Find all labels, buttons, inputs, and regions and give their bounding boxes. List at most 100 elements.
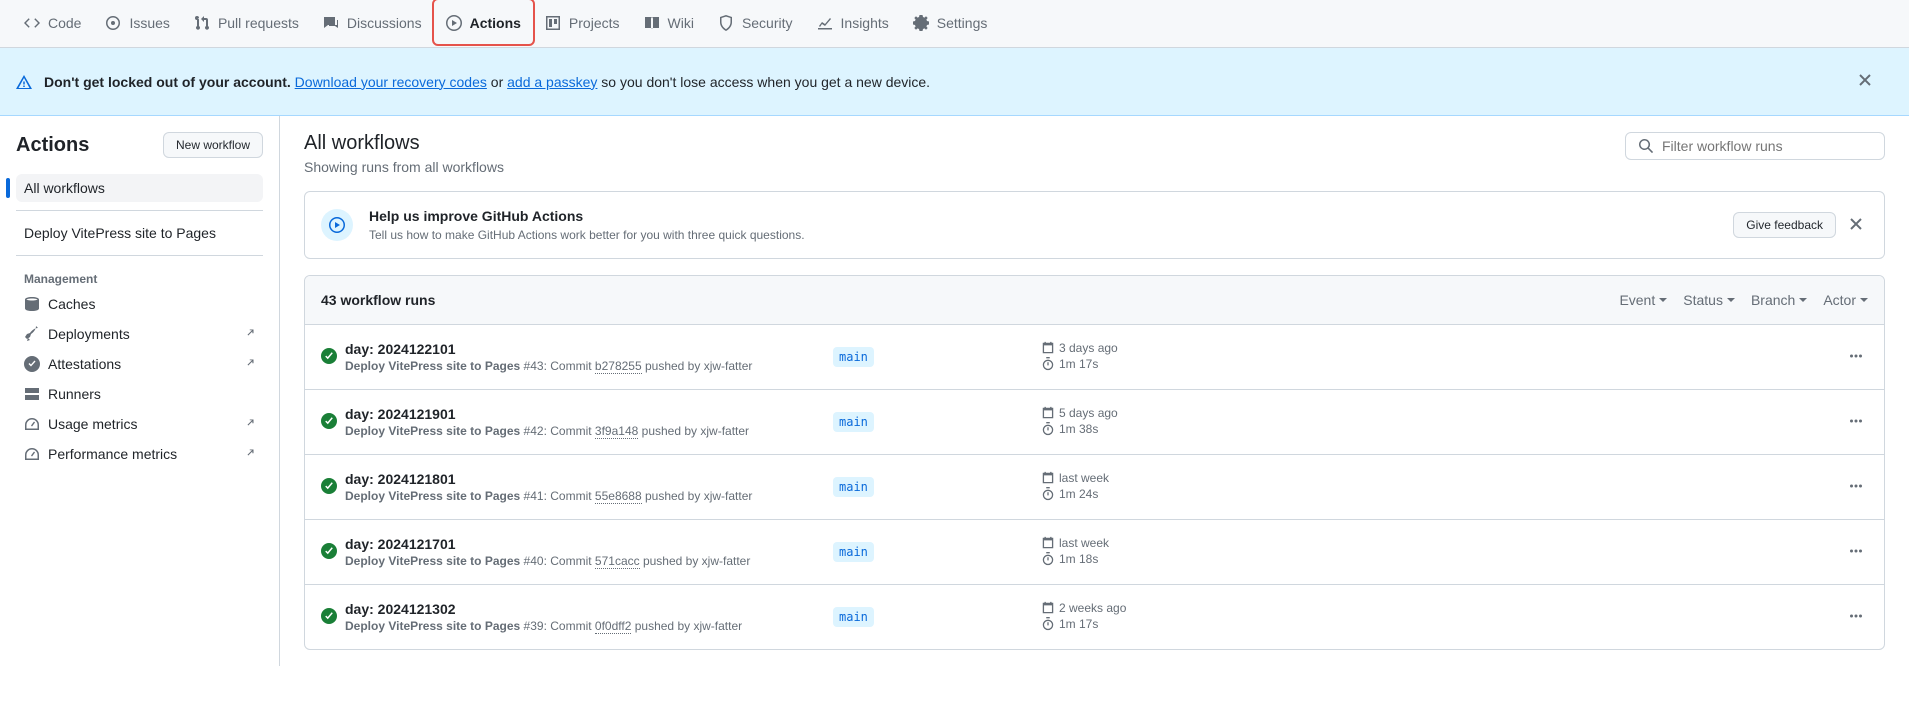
kebab-icon [1848,478,1864,494]
run-when: last week [1059,471,1109,485]
run-workflow-name[interactable]: Deploy VitePress site to Pages [345,619,520,633]
tab-label: Discussions [347,15,422,31]
branch-label[interactable]: main [833,347,874,367]
tab-pull-requests[interactable]: Pull requests [186,2,307,46]
filter-status[interactable]: Status [1683,292,1735,308]
play-icon [329,217,345,233]
sidebar-item-attestations[interactable]: Attestations [16,350,263,378]
sidebar-item-usage-metrics[interactable]: Usage metrics [16,410,263,438]
run-when: 3 days ago [1059,341,1118,355]
banner-close[interactable] [1849,64,1893,99]
tab-actions[interactable]: Actions [438,2,529,46]
run-workflow-name[interactable]: Deploy VitePress site to Pages [345,489,520,503]
run-title[interactable]: day: 2024121302 [345,601,825,617]
issue-icon [105,15,121,31]
run-when: last week [1059,536,1109,550]
sidebar-item-deployments[interactable]: Deployments [16,320,263,348]
branch-label[interactable]: main [833,412,874,432]
run-title[interactable]: day: 2024122101 [345,341,825,357]
run-desc: Deploy VitePress site to Pages #39: Comm… [345,619,825,633]
commit-hash[interactable]: b278255 [595,359,642,374]
tab-label: Issues [129,15,169,31]
run-kebab-menu[interactable] [1844,409,1868,436]
page-title: All workflows [304,132,504,155]
give-feedback-button[interactable]: Give feedback [1733,212,1836,238]
tab-label: Settings [937,15,988,31]
tab-discussions[interactable]: Discussions [315,2,430,46]
run-number: #40 [524,554,544,568]
feedback-close[interactable] [1844,212,1868,239]
run-status-success [321,543,337,562]
feedback-icon-wrap [321,209,353,241]
check-circle-icon [321,478,337,494]
recovery-codes-link[interactable]: Download your recovery codes [295,74,487,90]
run-duration: 1m 38s [1059,422,1098,436]
branch-label[interactable]: main [833,607,874,627]
sidebar-item-caches[interactable]: Caches [16,290,263,318]
tab-projects[interactable]: Projects [537,2,628,46]
new-workflow-button[interactable]: New workflow [163,132,263,158]
discuss-icon [323,15,339,31]
sidebar-item-performance-metrics[interactable]: Performance metrics [16,440,263,468]
sidebar-title: Actions [16,134,89,157]
run-workflow-name[interactable]: Deploy VitePress site to Pages [345,424,520,438]
branch-label[interactable]: main [833,542,874,562]
run-row: day: 2024121901 Deploy VitePress site to… [305,390,1884,455]
tab-settings[interactable]: Settings [905,2,996,46]
run-actor[interactable]: xjw-fatter [704,489,753,503]
commit-hash[interactable]: 0f0dff2 [595,619,631,634]
run-duration: 1m 24s [1059,487,1098,501]
run-title[interactable]: day: 2024121701 [345,536,825,552]
run-kebab-menu[interactable] [1844,344,1868,371]
search-box[interactable] [1625,132,1885,160]
passkey-link[interactable]: add a passkey [507,74,597,90]
run-status-success [321,478,337,497]
run-branch-cell: main [833,347,1033,367]
run-actor[interactable]: xjw-fatter [704,359,753,373]
play-icon [446,15,462,31]
tab-wiki[interactable]: Wiki [636,2,702,46]
run-title[interactable]: day: 2024121801 [345,471,825,487]
external-icon [243,448,255,460]
run-row: day: 2024121302 Deploy VitePress site to… [305,585,1884,649]
run-title[interactable]: day: 2024121901 [345,406,825,422]
search-input[interactable] [1662,138,1872,154]
run-actor[interactable]: xjw-fatter [693,619,742,633]
search-icon [1638,138,1654,154]
filter-branch[interactable]: Branch [1751,292,1807,308]
sidebar-all-workflows[interactable]: All workflows [16,174,263,202]
caret-down-icon [1659,296,1667,304]
kebab-icon [1848,413,1864,429]
run-workflow-name[interactable]: Deploy VitePress site to Pages [345,554,520,568]
tab-issues[interactable]: Issues [97,2,177,46]
tab-code[interactable]: Code [16,2,89,46]
run-desc: Deploy VitePress site to Pages #42: Comm… [345,424,825,438]
run-kebab-menu[interactable] [1844,604,1868,631]
branch-label[interactable]: main [833,477,874,497]
run-workflow-name[interactable]: Deploy VitePress site to Pages [345,359,520,373]
verified-icon [24,356,40,372]
commit-hash[interactable]: 571cacc [595,554,640,569]
run-actor[interactable]: xjw-fatter [700,424,749,438]
run-kebab-menu[interactable] [1844,539,1868,566]
sidebar-workflow-item[interactable]: Deploy VitePress site to Pages [16,219,263,247]
caret-down-icon [1727,296,1735,304]
filter-actor[interactable]: Actor [1823,292,1868,308]
divider [16,255,263,256]
commit-hash[interactable]: 55e8688 [595,489,642,504]
run-actor[interactable]: xjw-fatter [702,554,751,568]
run-duration: 1m 17s [1059,357,1098,371]
calendar-icon [1041,601,1055,615]
sidebar-item-runners[interactable]: Runners [16,380,263,408]
run-desc: Deploy VitePress site to Pages #43: Comm… [345,359,825,373]
run-kebab-menu[interactable] [1844,474,1868,501]
commit-hash[interactable]: 3f9a148 [595,424,638,439]
tab-security[interactable]: Security [710,2,801,46]
book-icon [644,15,660,31]
banner-suffix: so you don't lose access when you get a … [597,74,930,90]
project-icon [545,15,561,31]
tab-insights[interactable]: Insights [809,2,897,46]
filter-event[interactable]: Event [1619,292,1667,308]
meter-icon [24,416,40,432]
check-circle-icon [321,608,337,624]
